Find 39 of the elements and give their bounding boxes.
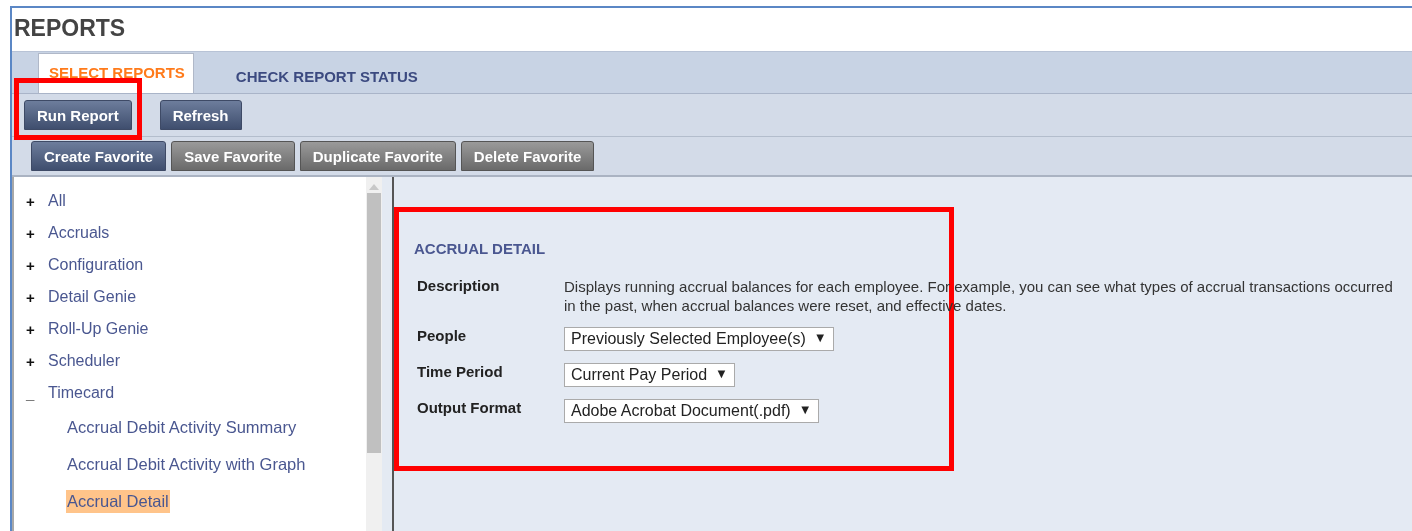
- favorite-button[interactable]: Duplicate Favorite: [299, 141, 456, 171]
- action-button[interactable]: Run Report: [24, 100, 132, 130]
- tree-item[interactable]: Scheduler: [48, 352, 121, 370]
- expand-toggle[interactable]: +: [14, 320, 48, 338]
- expand-toggle[interactable]: +: [14, 224, 48, 242]
- tree-item[interactable]: Accrual Debit Activity with Graph: [66, 453, 307, 476]
- dropdown[interactable]: Current Pay Period ▼: [564, 363, 735, 387]
- section-heading: ACCRUAL DETAIL: [414, 240, 547, 257]
- collapse-toggle[interactable]: _: [14, 384, 48, 402]
- scroll-thumb[interactable]: [367, 193, 381, 453]
- tree-item[interactable]: Roll-Up Genie: [48, 320, 149, 338]
- expand-toggle[interactable]: +: [14, 288, 48, 306]
- favorite-button[interactable]: Delete Favorite: [460, 141, 595, 171]
- dropdown[interactable]: Previously Selected Employee(s) ▼: [564, 327, 834, 351]
- favorite-button[interactable]: Save Favorite: [171, 141, 295, 171]
- scroll-up-icon[interactable]: [369, 183, 379, 190]
- caret-icon: ▼: [715, 366, 728, 384]
- field-label: People: [416, 327, 468, 344]
- action-button[interactable]: Refresh: [159, 100, 242, 130]
- tab[interactable]: CHECK REPORT STATUS: [193, 53, 442, 93]
- page-title: REPORTS: [13, 14, 127, 43]
- tree-item[interactable]: Accruals: [48, 224, 110, 242]
- field-label: Description: [416, 277, 501, 294]
- tree-item[interactable]: Timecard: [48, 384, 115, 402]
- caret-icon: ▼: [813, 330, 827, 348]
- field-label: Output Format: [416, 399, 523, 416]
- favorite-button[interactable]: Create Favorite: [31, 141, 167, 171]
- tree-item[interactable]: All: [48, 192, 66, 210]
- dropdown[interactable]: Adobe Acrobat Document(.pdf) ▼: [564, 399, 819, 423]
- caret-icon: ▼: [798, 402, 812, 420]
- tree-item[interactable]: Configuration: [48, 256, 144, 274]
- scrollbar[interactable]: [366, 177, 382, 531]
- field-label: Time Period: [416, 363, 504, 380]
- tree-item[interactable]: Accrual Detail: [66, 490, 170, 513]
- tree-item[interactable]: Detail Genie: [48, 288, 137, 306]
- expand-toggle[interactable]: +: [14, 352, 48, 370]
- expand-toggle[interactable]: +: [14, 192, 48, 210]
- tree-item[interactable]: Accrual Debit Activity Summary: [66, 416, 298, 439]
- expand-toggle[interactable]: +: [14, 256, 48, 274]
